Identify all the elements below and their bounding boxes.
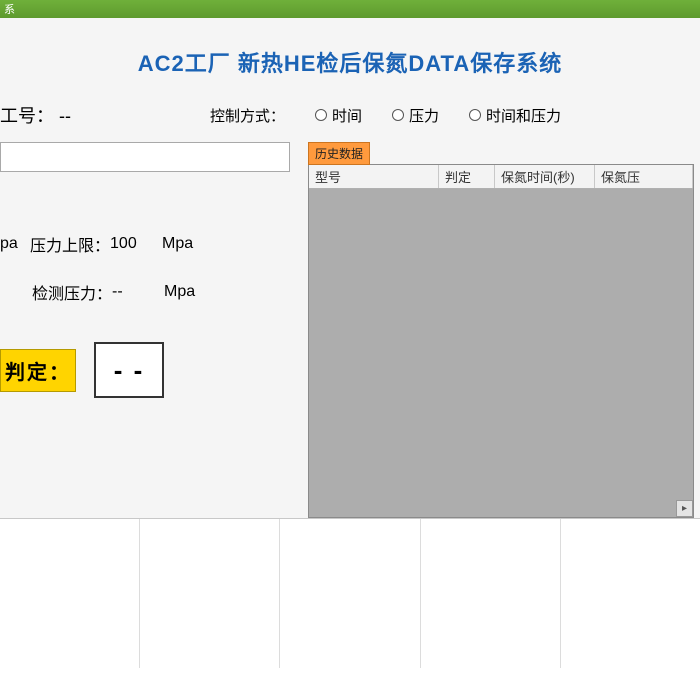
form-header-row: 工号： -- 控制方式： 时间 压力 时间和压力 xyxy=(0,102,700,128)
radio-icon xyxy=(469,109,481,121)
col-model[interactable]: 型号 xyxy=(309,165,439,188)
radio-time-and-pressure[interactable]: 时间和压力 xyxy=(469,105,561,126)
employee-id-value: -- xyxy=(59,106,71,126)
radio-time[interactable]: 时间 xyxy=(315,105,362,126)
history-grid-body[interactable]: ▸ xyxy=(309,189,693,517)
radio-both-label: 时间和压力 xyxy=(486,105,561,126)
control-method-group: 控制方式： 时间 压力 时间和压力 xyxy=(210,105,561,126)
judge-label: 判定： xyxy=(0,349,76,392)
bottom-cell xyxy=(421,519,561,668)
window-titlebar: 系 xyxy=(0,0,700,18)
radio-pressure[interactable]: 压力 xyxy=(392,105,439,126)
pressure-upper-value: 100 xyxy=(110,235,162,253)
bottom-cell xyxy=(140,519,280,668)
pressure-upper-row: pa 压力上限： 100 Mpa xyxy=(0,232,300,256)
page-title: AC2工厂 新热HE检后保氮DATA保存系统 xyxy=(0,18,700,102)
radio-icon xyxy=(315,109,327,121)
tab-history[interactable]: 历史数据 xyxy=(308,142,370,165)
employee-id-field: 工号： -- xyxy=(0,102,140,128)
main-text-input[interactable] xyxy=(0,142,290,172)
bottom-table-row xyxy=(0,518,700,668)
radio-icon xyxy=(392,109,404,121)
radio-time-label: 时间 xyxy=(332,105,362,126)
control-method-label: 控制方式： xyxy=(210,105,285,126)
col-press[interactable]: 保氮压 xyxy=(595,165,693,188)
detect-pressure-value: -- xyxy=(112,283,164,301)
app-window: 系 AC2工厂 新热HE检后保氮DATA保存系统 工号： -- 控制方式： 时间… xyxy=(0,0,700,700)
detect-pressure-label: 检测压力： xyxy=(32,280,112,304)
chevron-right-icon: ▸ xyxy=(682,503,687,514)
content-row: pa 压力上限： 100 Mpa 检测压力： -- Mpa 判定： - - 历史… xyxy=(0,142,700,518)
employee-id-label: 工号： xyxy=(0,106,54,126)
bottom-cell xyxy=(280,519,420,668)
client-area: AC2工厂 新热HE检后保氮DATA保存系统 工号： -- 控制方式： 时间 压… xyxy=(0,18,700,518)
history-panel: 型号 判定 保氮时间(秒) 保氮压 ▸ xyxy=(308,164,694,518)
left-unit-truncated: pa xyxy=(0,235,30,253)
pressure-upper-label: 压力上限： xyxy=(30,232,110,256)
blank-area xyxy=(0,668,700,700)
radio-pressure-label: 压力 xyxy=(409,105,439,126)
right-pane: 历史数据 型号 判定 保氮时间(秒) 保氮压 ▸ xyxy=(300,142,700,518)
pressure-upper-unit: Mpa xyxy=(162,235,210,253)
scroll-right-button[interactable]: ▸ xyxy=(676,500,693,517)
col-judge[interactable]: 判定 xyxy=(439,165,495,188)
detect-pressure-unit: Mpa xyxy=(164,283,212,301)
detect-pressure-row: 检测压力： -- Mpa xyxy=(32,280,300,304)
history-grid-header: 型号 判定 保氮时间(秒) 保氮压 xyxy=(309,165,693,189)
judge-value: - - xyxy=(94,342,164,398)
bottom-cell xyxy=(561,519,700,668)
judge-box: 判定： - - xyxy=(0,342,300,398)
left-pane: pa 压力上限： 100 Mpa 检测压力： -- Mpa 判定： - - xyxy=(0,142,300,518)
titlebar-text: 系 xyxy=(4,1,15,17)
bottom-cell xyxy=(0,519,140,668)
col-time[interactable]: 保氮时间(秒) xyxy=(495,165,595,188)
